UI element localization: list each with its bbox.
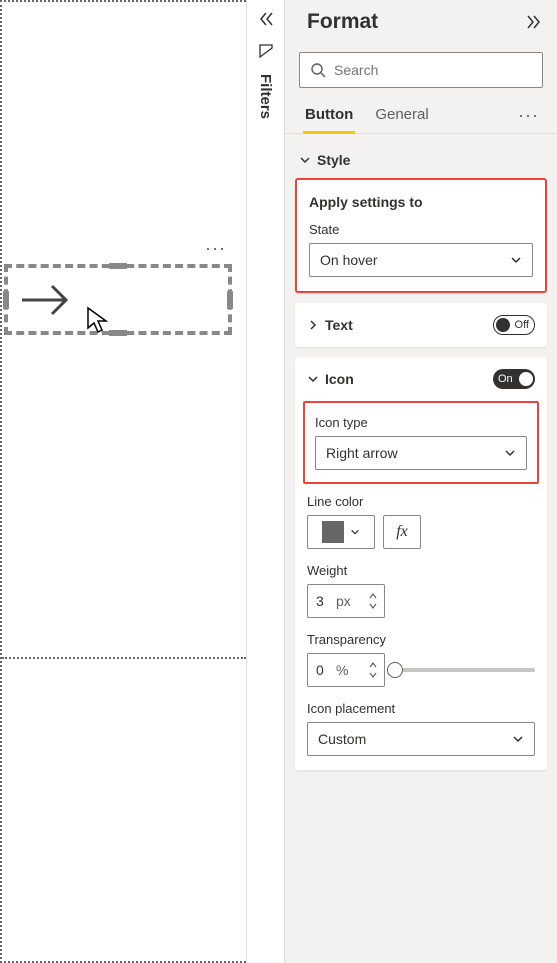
style-section-header[interactable]: Style xyxy=(295,148,547,178)
chevron-down-icon xyxy=(510,254,522,266)
transparency-label: Transparency xyxy=(307,632,535,647)
selected-button-visual[interactable]: ··· xyxy=(4,264,232,335)
expand-chevron-right-icon[interactable] xyxy=(525,13,543,31)
weight-input[interactable]: 3 px xyxy=(307,584,385,618)
stepper-up[interactable] xyxy=(368,591,378,601)
resize-handle-right[interactable] xyxy=(227,291,233,309)
style-title: Style xyxy=(317,152,350,168)
resize-handle-top[interactable] xyxy=(109,263,127,269)
state-value: On hover xyxy=(320,252,378,268)
state-select[interactable]: On hover xyxy=(309,243,533,277)
canvas[interactable]: ··· xyxy=(0,0,246,963)
transparency-input[interactable]: 0 % xyxy=(307,653,385,687)
filters-label[interactable]: Filters xyxy=(257,74,274,119)
transparency-value: 0 xyxy=(316,662,336,678)
resize-handle-bottom[interactable] xyxy=(109,330,127,336)
chevron-down-icon xyxy=(299,154,311,166)
weight-value: 3 xyxy=(316,593,336,609)
right-arrow-icon xyxy=(18,282,74,318)
search-input[interactable] xyxy=(334,62,532,78)
text-card-header[interactable]: Text Off xyxy=(295,303,547,347)
search-input-wrapper[interactable] xyxy=(299,52,543,88)
icon-title: Icon xyxy=(325,371,354,387)
icon-card: Icon On Icon type Right arrow xyxy=(295,357,547,770)
tab-general[interactable]: General xyxy=(373,98,430,133)
fx-button[interactable]: fx xyxy=(383,515,421,549)
chevron-right-icon xyxy=(307,319,319,331)
tab-more-menu[interactable]: ··· xyxy=(518,105,539,126)
weight-label: Weight xyxy=(307,563,535,578)
stepper-down[interactable] xyxy=(368,670,378,680)
transparency-unit: % xyxy=(336,662,368,678)
resize-handle-left[interactable] xyxy=(3,291,9,309)
filters-rail: Filters xyxy=(246,0,284,963)
icon-type-label: Icon type xyxy=(315,415,527,430)
icon-toggle[interactable]: On xyxy=(493,369,535,389)
weight-unit: px xyxy=(336,593,368,609)
text-title: Text xyxy=(325,317,353,333)
icon-type-select[interactable]: Right arrow xyxy=(315,436,527,470)
line-color-label: Line color xyxy=(307,494,535,509)
stepper-up[interactable] xyxy=(368,660,378,670)
apply-settings-card: Apply settings to State On hover xyxy=(295,178,547,293)
tab-button[interactable]: Button xyxy=(303,98,355,133)
chevron-down-icon xyxy=(350,527,360,537)
text-card: Text Off xyxy=(295,303,547,347)
apply-settings-label: Apply settings to xyxy=(309,194,533,210)
visual-options-menu[interactable]: ··· xyxy=(205,238,226,259)
search-icon xyxy=(310,62,326,78)
icon-card-header[interactable]: Icon On xyxy=(295,357,547,401)
icon-placement-value: Custom xyxy=(318,731,366,747)
chevron-down-icon xyxy=(512,733,524,745)
color-swatch xyxy=(322,521,344,543)
icon-type-value: Right arrow xyxy=(326,445,398,461)
collapse-chevron-left-icon[interactable] xyxy=(257,10,275,28)
bookmark-icon[interactable] xyxy=(257,42,275,60)
transparency-slider[interactable] xyxy=(395,668,535,672)
slider-thumb[interactable] xyxy=(387,662,403,678)
cursor-icon xyxy=(86,306,108,334)
format-pane: Format Button General ··· Style Apply se… xyxy=(284,0,557,963)
stepper-down[interactable] xyxy=(368,601,378,611)
icon-placement-label: Icon placement xyxy=(307,701,535,716)
text-toggle[interactable]: Off xyxy=(493,315,535,335)
line-color-select[interactable] xyxy=(307,515,375,549)
pane-title: Format xyxy=(307,10,378,34)
state-label: State xyxy=(309,222,533,237)
icon-placement-select[interactable]: Custom xyxy=(307,722,535,756)
chevron-down-icon xyxy=(307,373,319,385)
chevron-down-icon xyxy=(504,447,516,459)
